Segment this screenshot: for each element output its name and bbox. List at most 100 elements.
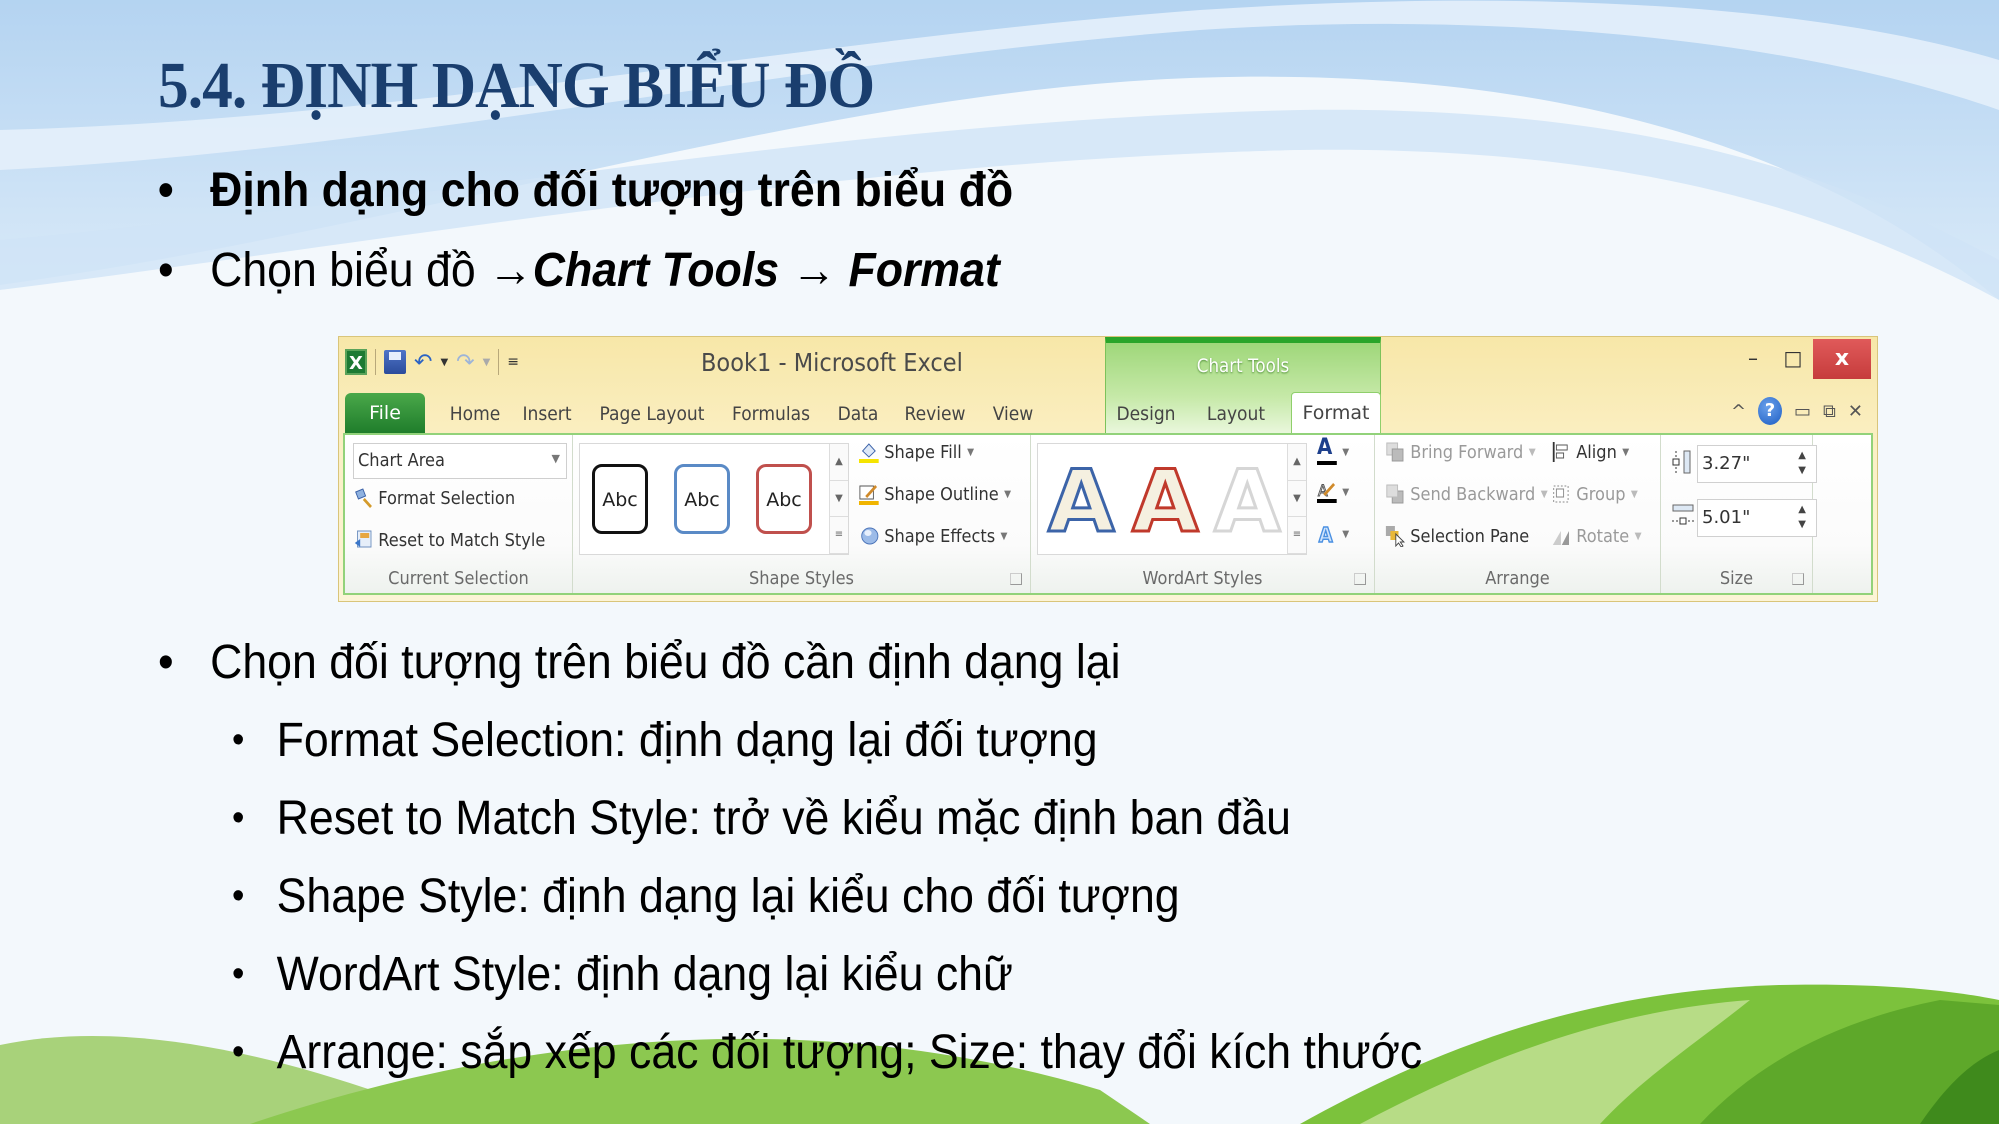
group-label: Shape Styles <box>748 568 855 589</box>
shape-style-preset[interactable]: Abc <box>592 464 648 534</box>
customize-toolbar-icon[interactable]: ≡ <box>507 354 519 370</box>
selection-pane-button[interactable]: Selection Pane <box>1385 525 1529 548</box>
collapse-ribbon-icon[interactable]: ^ <box>1731 401 1746 422</box>
selection-pane-icon <box>1385 525 1406 548</box>
group-shape-styles: Abc Abc Abc ▲ ▼ ≡ Shape Fill ▼ Shape Outl… <box>573 435 1031 593</box>
send-backward-icon <box>1385 483 1405 505</box>
close-button[interactable]: x <box>1813 339 1871 379</box>
ribbon-help-controls: ^ ? ▭ ⧉ ✕ <box>1731 397 1863 425</box>
shape-outline-button[interactable]: Shape Outline ▼ <box>859 483 1011 505</box>
chevron-down-icon: ▼ <box>1004 488 1012 500</box>
ribbon-tabs: File Home Insert Page Layout Formulas Da… <box>339 389 1877 435</box>
tab-insert[interactable]: Insert <box>518 395 576 433</box>
help-icon[interactable]: ? <box>1758 397 1783 425</box>
shape-fill-button[interactable]: Shape Fill ▼ <box>859 441 974 463</box>
quick-access-toolbar: X ↶ ▼ ↷ ▼ ≡ <box>345 349 519 375</box>
redo-dropdown-icon[interactable]: ▼ <box>483 357 491 368</box>
spinner-arrows-icon[interactable]: ▲ ▼ <box>1798 448 1806 478</box>
workbook-close-icon[interactable]: ✕ <box>1848 401 1863 422</box>
tab-formulas[interactable]: Formulas <box>728 395 814 433</box>
pencil-outline-icon <box>859 483 879 505</box>
sub-bullet-item: • Arrange: sắp xếp các đối tượng; Size: t… <box>232 1026 1423 1079</box>
gallery-scrollbar[interactable]: ▲ ▼ ≡ <box>1287 444 1306 554</box>
sub-bullet-text: Shape Style: định dạng lại kiểu cho đối … <box>276 870 1180 923</box>
tab-page-layout[interactable]: Page Layout <box>599 395 705 433</box>
text-fill-button[interactable]: A ▼ <box>1317 437 1349 465</box>
group-label: Current Selection <box>388 568 529 589</box>
tab-layout[interactable]: Layout <box>1205 395 1268 433</box>
workbook-minimize-icon[interactable]: ▭ <box>1794 401 1811 422</box>
text-outline-button[interactable]: A ▼ <box>1317 481 1349 503</box>
chevron-down-icon: ▼ <box>1342 486 1350 498</box>
group-label: Size <box>1719 568 1754 589</box>
scroll-down-icon[interactable]: ▼ <box>830 481 848 518</box>
minimize-button[interactable]: – <box>1733 339 1773 377</box>
gallery-more-icon[interactable]: ≡ <box>830 517 848 554</box>
chevron-down-icon: ▼ <box>1622 446 1630 458</box>
text-fill-icon: A <box>1317 437 1337 465</box>
dialog-launcher-icon[interactable] <box>1010 573 1022 585</box>
shape-width-input[interactable]: 5.01" ▲ ▼ <box>1697 499 1817 537</box>
bullet-emphasis: →Chart Tools <box>488 244 780 297</box>
text-effects-button[interactable]: A ▼ <box>1317 523 1350 548</box>
scroll-down-icon[interactable]: ▼ <box>1288 481 1306 518</box>
scroll-up-icon[interactable]: ▲ <box>1288 444 1306 481</box>
align-icon <box>1551 441 1571 463</box>
shape-style-preset[interactable]: Abc <box>674 464 730 534</box>
tab-review[interactable]: Review <box>901 395 969 433</box>
tab-format[interactable]: Format <box>1291 392 1381 435</box>
shape-height-icon <box>1671 449 1693 474</box>
chevron-down-icon: ▼ <box>1540 488 1548 500</box>
group-button[interactable]: Group ▼ <box>1551 483 1638 505</box>
wordart-preset[interactable]: A <box>1131 451 1201 554</box>
shape-effects-button[interactable]: Shape Effects ▼ <box>859 525 1007 547</box>
wordart-styles-gallery: A A A ▲ ▼ ≡ <box>1037 443 1307 555</box>
sub-bullet-item: • WordArt Style: định dạng lại kiểu chữ <box>232 948 1013 1001</box>
redo-icon[interactable]: ↷ <box>456 350 474 375</box>
svg-text:A: A <box>1319 524 1333 545</box>
gallery-scrollbar[interactable]: ▲ ▼ ≡ <box>829 444 848 554</box>
paint-bucket-icon <box>859 441 879 463</box>
group-objects-icon <box>1551 483 1571 505</box>
chevron-down-icon: ▼ <box>1630 488 1638 500</box>
undo-icon[interactable]: ↶ <box>414 350 432 375</box>
dialog-launcher-icon[interactable] <box>1354 573 1366 585</box>
rotate-button[interactable]: Rotate ▼ <box>1551 525 1642 547</box>
reset-to-match-style-button[interactable]: Reset to Match Style <box>353 529 545 551</box>
tab-data[interactable]: Data <box>834 395 883 433</box>
chevron-down-icon: ▼ <box>1528 446 1536 458</box>
separator <box>498 349 500 375</box>
chart-element-dropdown[interactable]: Chart Area ▼ <box>353 443 567 479</box>
workbook-restore-icon[interactable]: ⧉ <box>1823 401 1836 422</box>
spinner-arrows-icon[interactable]: ▲ ▼ <box>1798 502 1806 532</box>
sub-bullet-text: WordArt Style: định dạng lại kiểu chữ <box>276 948 1013 1001</box>
maximize-button[interactable]: □ <box>1773 339 1813 377</box>
bullet-text: Chọn đối tượng trên biểu đồ cần định dạn… <box>210 636 1121 689</box>
separator <box>375 349 376 375</box>
wordart-preset[interactable]: A <box>1047 451 1117 554</box>
excel-logo-icon[interactable]: X <box>345 349 367 375</box>
send-backward-button[interactable]: Send Backward ▼ <box>1385 483 1548 505</box>
text-effects-icon: A <box>1317 523 1337 548</box>
dialog-launcher-icon[interactable] <box>1792 573 1804 585</box>
save-icon[interactable] <box>384 350 406 374</box>
chevron-down-icon: ▼ <box>967 446 975 458</box>
undo-dropdown-icon[interactable]: ▼ <box>440 357 448 368</box>
bring-forward-button[interactable]: Bring Forward ▼ <box>1385 441 1536 463</box>
scroll-up-icon[interactable]: ▲ <box>830 444 848 481</box>
gallery-more-icon[interactable]: ≡ <box>1288 517 1306 554</box>
wordart-preset[interactable]: A <box>1213 451 1283 554</box>
align-button[interactable]: Align ▼ <box>1551 441 1629 463</box>
bullet-item: • Định dạng cho đối tượng trên biểu đồ <box>158 164 1014 217</box>
bullet-text: Định dạng cho đối tượng trên biểu đồ <box>210 164 1014 217</box>
format-selection-button[interactable]: Format Selection <box>353 487 515 509</box>
tab-file[interactable]: File <box>345 393 425 433</box>
shape-style-preset[interactable]: Abc <box>756 464 812 534</box>
chevron-down-icon: ▼ <box>1342 528 1350 540</box>
tab-view[interactable]: View <box>988 395 1038 433</box>
group-size: 3.27" ▲ ▼ 5.01" ▲ ▼ Size <box>1661 435 1817 593</box>
sub-bullet-text: Reset to Match Style: trở về kiểu mặc đị… <box>276 792 1291 845</box>
shape-height-input[interactable]: 3.27" ▲ ▼ <box>1697 445 1817 483</box>
tab-home[interactable]: Home <box>446 395 504 433</box>
tab-design[interactable]: Design <box>1115 395 1178 433</box>
